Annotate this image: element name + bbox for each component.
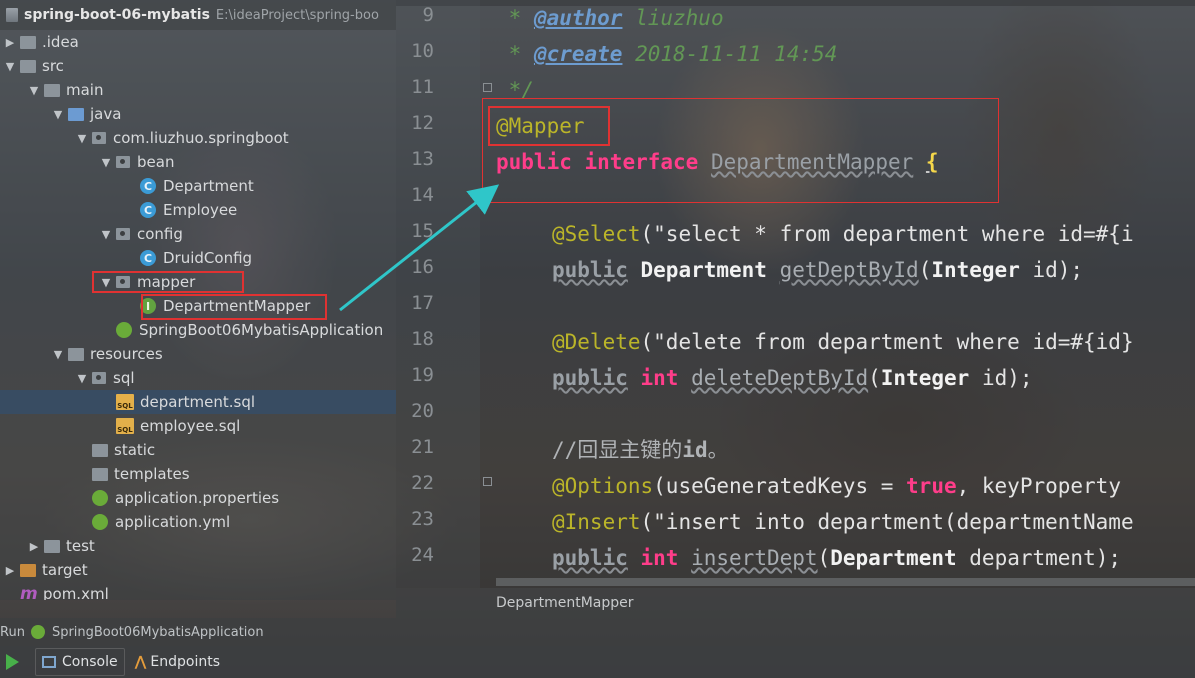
console-icon xyxy=(42,656,56,668)
spring-boot-icon xyxy=(30,625,45,639)
endpoints-icon: ⋀ xyxy=(134,654,147,670)
tab-console[interactable]: Console xyxy=(35,648,125,676)
editor-breadcrumb[interactable]: DepartmentMapper xyxy=(396,588,1195,618)
run-play-icon[interactable] xyxy=(6,654,19,670)
tab-console-label: Console xyxy=(62,654,118,670)
run-label: Run xyxy=(0,624,25,640)
run-toolbar: Console ⋀ Endpoints xyxy=(0,646,1195,678)
run-tool-bar: Run SpringBoot06MybatisApplication xyxy=(0,618,1195,646)
breadcrumb-item[interactable]: DepartmentMapper xyxy=(496,595,634,611)
annotation-arrow xyxy=(339,184,500,312)
run-config-name[interactable]: SpringBoot06MybatisApplication xyxy=(52,625,264,640)
horizontal-scrollbar[interactable] xyxy=(496,578,1195,586)
tab-endpoints-label: Endpoints xyxy=(150,654,220,670)
tab-endpoints[interactable]: ⋀ Endpoints xyxy=(129,649,226,675)
